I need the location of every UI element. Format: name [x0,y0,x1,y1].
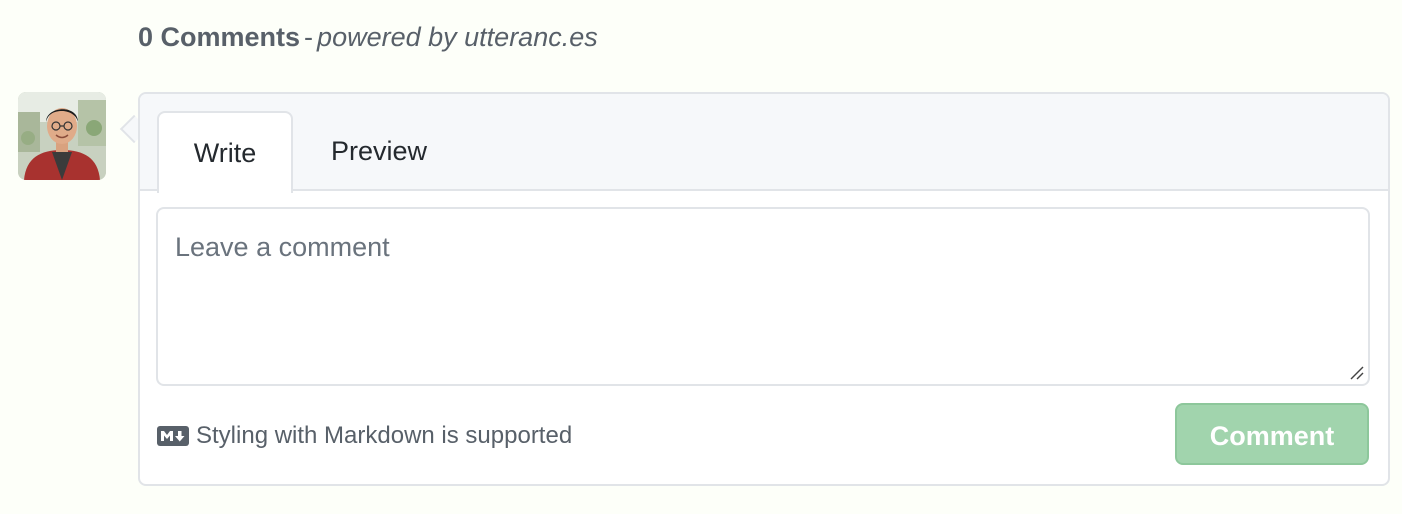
comment-count: 0 Comments [138,22,301,52]
tab-write[interactable]: Write [157,111,293,193]
markdown-hint-label: Styling with Markdown is supported [196,422,573,449]
utterances-link[interactable]: utteranc.es [464,22,598,52]
header-separator: - [304,22,314,52]
comment-submit-button[interactable]: Comment [1175,403,1369,465]
markdown-hint[interactable]: Styling with Markdown is supported [157,422,572,450]
tab-preview[interactable]: Preview [310,111,448,189]
powered-by-label: powered by [317,22,457,52]
user-avatar-icon [18,92,106,180]
avatar[interactable] [18,92,106,180]
resize-handle-icon[interactable] [1348,364,1364,380]
comment-form: Write Preview Leave a comment Styling wi… [138,92,1390,486]
comment-textarea[interactable]: Leave a comment [156,207,1370,386]
markdown-icon [157,426,189,446]
editor-tabs: Write Preview [140,94,1388,193]
comments-header: 0 Comments - powered by utteranc.es [138,22,598,53]
comment-placeholder: Leave a comment [175,232,390,262]
